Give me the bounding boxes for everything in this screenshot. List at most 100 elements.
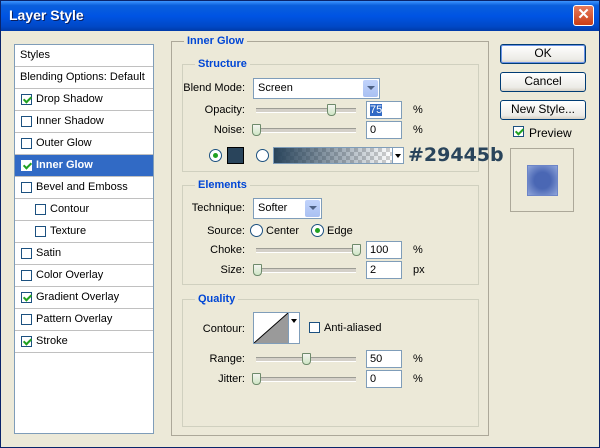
choke-unit: % — [413, 244, 423, 256]
opacity-slider[interactable] — [256, 108, 356, 113]
technique-value: Softer — [258, 202, 288, 214]
size-slider-thumb[interactable] — [253, 264, 262, 276]
size-input[interactable]: 2 — [366, 261, 402, 279]
jitter-unit: % — [413, 373, 423, 385]
color-hex-label: #29445b — [408, 144, 504, 166]
blend-mode-select[interactable]: Screen — [253, 78, 380, 99]
jitter-label: Jitter: — [218, 373, 245, 385]
anti-aliased-checkbox[interactable] — [309, 322, 320, 333]
gradient-picker[interactable] — [273, 147, 393, 164]
style-item-texture[interactable]: Texture — [15, 221, 153, 243]
contour-label: Contour: — [202, 323, 245, 335]
jitter-slider-thumb[interactable] — [252, 373, 261, 385]
new-style-button[interactable]: New Style... — [500, 100, 586, 120]
style-item-satin[interactable]: Satin — [15, 243, 153, 265]
jitter-value: 0 — [370, 373, 377, 385]
noise-input[interactable]: 0 — [366, 121, 402, 139]
style-item-label: Inner Shadow — [36, 115, 104, 127]
preview-checkbox[interactable] — [513, 126, 524, 137]
size-value: 2 — [370, 264, 377, 276]
range-unit: % — [413, 353, 423, 365]
ok-button[interactable]: OK — [500, 44, 586, 64]
jitter-input[interactable]: 0 — [366, 370, 402, 388]
close-button[interactable]: ✕ — [573, 5, 594, 26]
style-item-inner-glow[interactable]: Inner Glow — [15, 155, 153, 177]
layer-style-dialog: Layer Style ✕ Styles Blending Options: De… — [0, 0, 600, 448]
style-item-styles[interactable]: Styles — [15, 45, 153, 67]
style-item-stroke[interactable]: Stroke — [15, 331, 153, 353]
noise-slider-thumb[interactable] — [252, 124, 261, 136]
chevron-down-icon — [305, 200, 320, 217]
opacity-value: 75 — [370, 104, 383, 116]
source-edge-radio[interactable] — [311, 224, 324, 237]
range-label: Range: — [209, 353, 245, 365]
style-item-label: Outer Glow — [36, 137, 92, 149]
style-item-gradient-overlay[interactable]: Gradient Overlay — [15, 287, 153, 309]
title-bar[interactable]: Layer Style ✕ — [1, 1, 599, 31]
opacity-slider-thumb[interactable] — [327, 104, 336, 116]
close-icon: ✕ — [577, 6, 590, 23]
anti-aliased-label[interactable]: Anti-aliased — [324, 322, 381, 334]
outer-glow-checkbox[interactable] — [21, 138, 32, 149]
style-item-inner-shadow[interactable]: Inner Shadow — [15, 111, 153, 133]
inner-glow-checkbox[interactable] — [21, 160, 32, 171]
style-item-contour[interactable]: Contour — [15, 199, 153, 221]
opacity-input[interactable]: 75 — [366, 101, 402, 119]
style-item-label: Color Overlay — [36, 269, 104, 281]
contour-preview-icon — [253, 312, 289, 344]
color-overlay-checkbox[interactable] — [21, 270, 32, 281]
satin-checkbox[interactable] — [21, 248, 32, 259]
inner-shadow-checkbox[interactable] — [21, 116, 32, 127]
style-item-blending-options-default[interactable]: Blending Options: Default — [15, 67, 153, 89]
color-radio[interactable] — [209, 149, 222, 162]
cancel-button[interactable]: Cancel — [500, 72, 586, 92]
style-item-label: Blending Options: Default — [20, 71, 145, 83]
gradient-radio[interactable] — [256, 149, 269, 162]
bevel-and-emboss-checkbox[interactable] — [21, 182, 32, 193]
style-item-color-overlay[interactable]: Color Overlay — [15, 265, 153, 287]
pattern-overlay-checkbox[interactable] — [21, 314, 32, 325]
range-slider-thumb[interactable] — [302, 353, 311, 365]
drop-shadow-checkbox[interactable] — [21, 94, 32, 105]
choke-slider-thumb[interactable] — [352, 244, 361, 256]
panel-title: Inner Glow — [184, 35, 247, 47]
contour-picker[interactable] — [253, 312, 289, 344]
blend-mode-label: Blend Mode: — [183, 82, 245, 94]
noise-value: 0 — [370, 124, 377, 136]
chevron-down-icon — [363, 80, 378, 97]
window-title: Layer Style — [9, 7, 84, 23]
size-unit: px — [413, 264, 425, 276]
jitter-slider[interactable] — [256, 377, 356, 382]
style-item-bevel-and-emboss[interactable]: Bevel and Emboss — [15, 177, 153, 199]
preview-label[interactable]: Preview — [529, 126, 572, 140]
texture-checkbox[interactable] — [35, 226, 46, 237]
quality-group: Quality Contour: Anti-aliased Range: 50 … — [182, 293, 479, 427]
choke-slider[interactable] — [256, 248, 356, 253]
contour-checkbox[interactable] — [35, 204, 46, 215]
style-preview-swatch — [527, 165, 558, 196]
gradient-overlay-checkbox[interactable] — [21, 292, 32, 303]
style-item-drop-shadow[interactable]: Drop Shadow — [15, 89, 153, 111]
noise-slider[interactable] — [256, 128, 356, 133]
style-item-label: Stroke — [36, 335, 68, 347]
style-item-label: Gradient Overlay — [36, 291, 120, 303]
style-item-pattern-overlay[interactable]: Pattern Overlay — [15, 309, 153, 331]
range-input[interactable]: 50 — [366, 350, 402, 368]
style-item-outer-glow[interactable]: Outer Glow — [15, 133, 153, 155]
source-edge-label[interactable]: Edge — [327, 225, 353, 237]
gradient-dropdown-arrow[interactable] — [393, 147, 404, 164]
technique-select[interactable]: Softer — [253, 198, 322, 219]
style-item-label: Satin — [36, 247, 62, 259]
choke-input[interactable]: 100 — [366, 241, 402, 259]
size-slider[interactable] — [256, 268, 356, 273]
contour-dropdown-arrow[interactable] — [289, 312, 300, 344]
stroke-checkbox[interactable] — [21, 336, 32, 347]
glow-color-swatch[interactable] — [227, 147, 244, 164]
noise-unit: % — [413, 124, 423, 136]
style-item-label: Texture — [50, 225, 87, 237]
source-center-radio[interactable] — [250, 224, 263, 237]
source-center-label[interactable]: Center — [266, 225, 299, 237]
style-item-label: Bevel and Emboss — [36, 181, 128, 193]
range-value: 50 — [370, 353, 383, 365]
choke-label: Choke: — [210, 244, 245, 256]
